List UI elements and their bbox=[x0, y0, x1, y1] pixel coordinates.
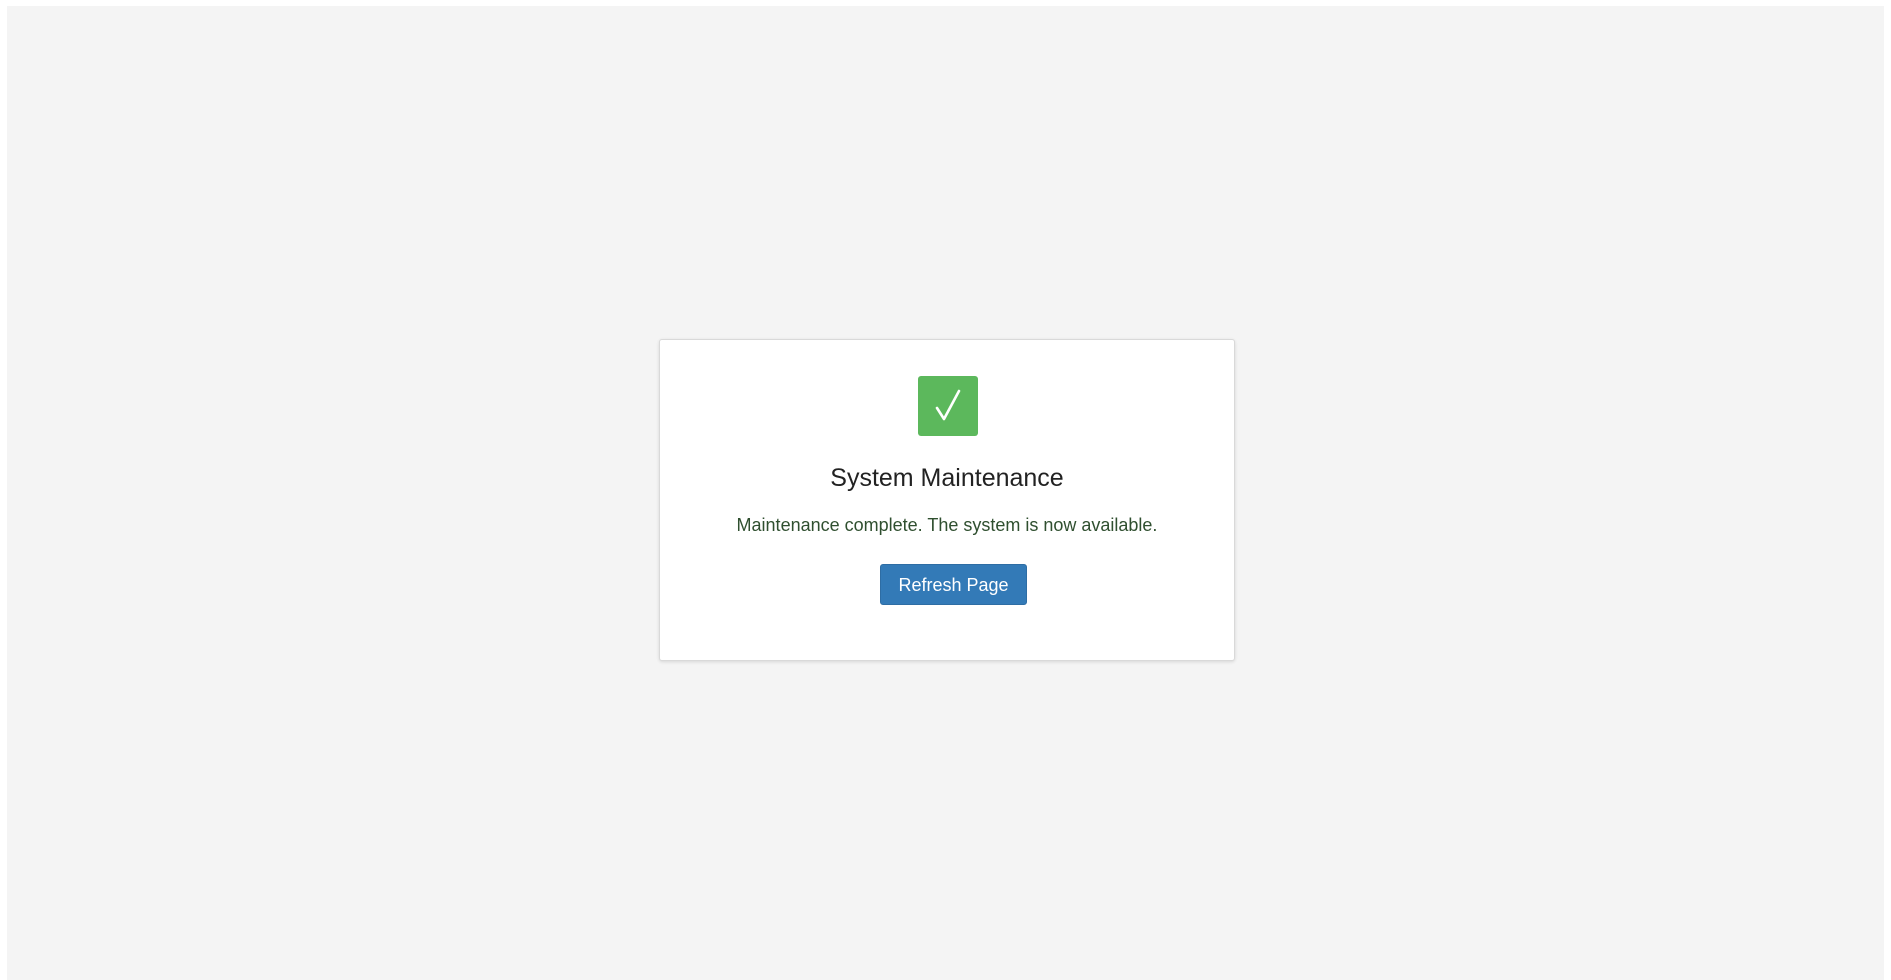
maintenance-card: System Maintenance Maintenance complete.… bbox=[659, 339, 1235, 661]
checkmark-icon-glyph bbox=[935, 389, 961, 421]
checkmark-icon bbox=[918, 376, 978, 436]
page-title: System Maintenance bbox=[830, 464, 1064, 492]
refresh-page-button[interactable]: Refresh Page bbox=[880, 564, 1027, 605]
status-message: Maintenance complete. The system is now … bbox=[736, 515, 1158, 535]
page-background: System Maintenance Maintenance complete.… bbox=[7, 6, 1884, 980]
